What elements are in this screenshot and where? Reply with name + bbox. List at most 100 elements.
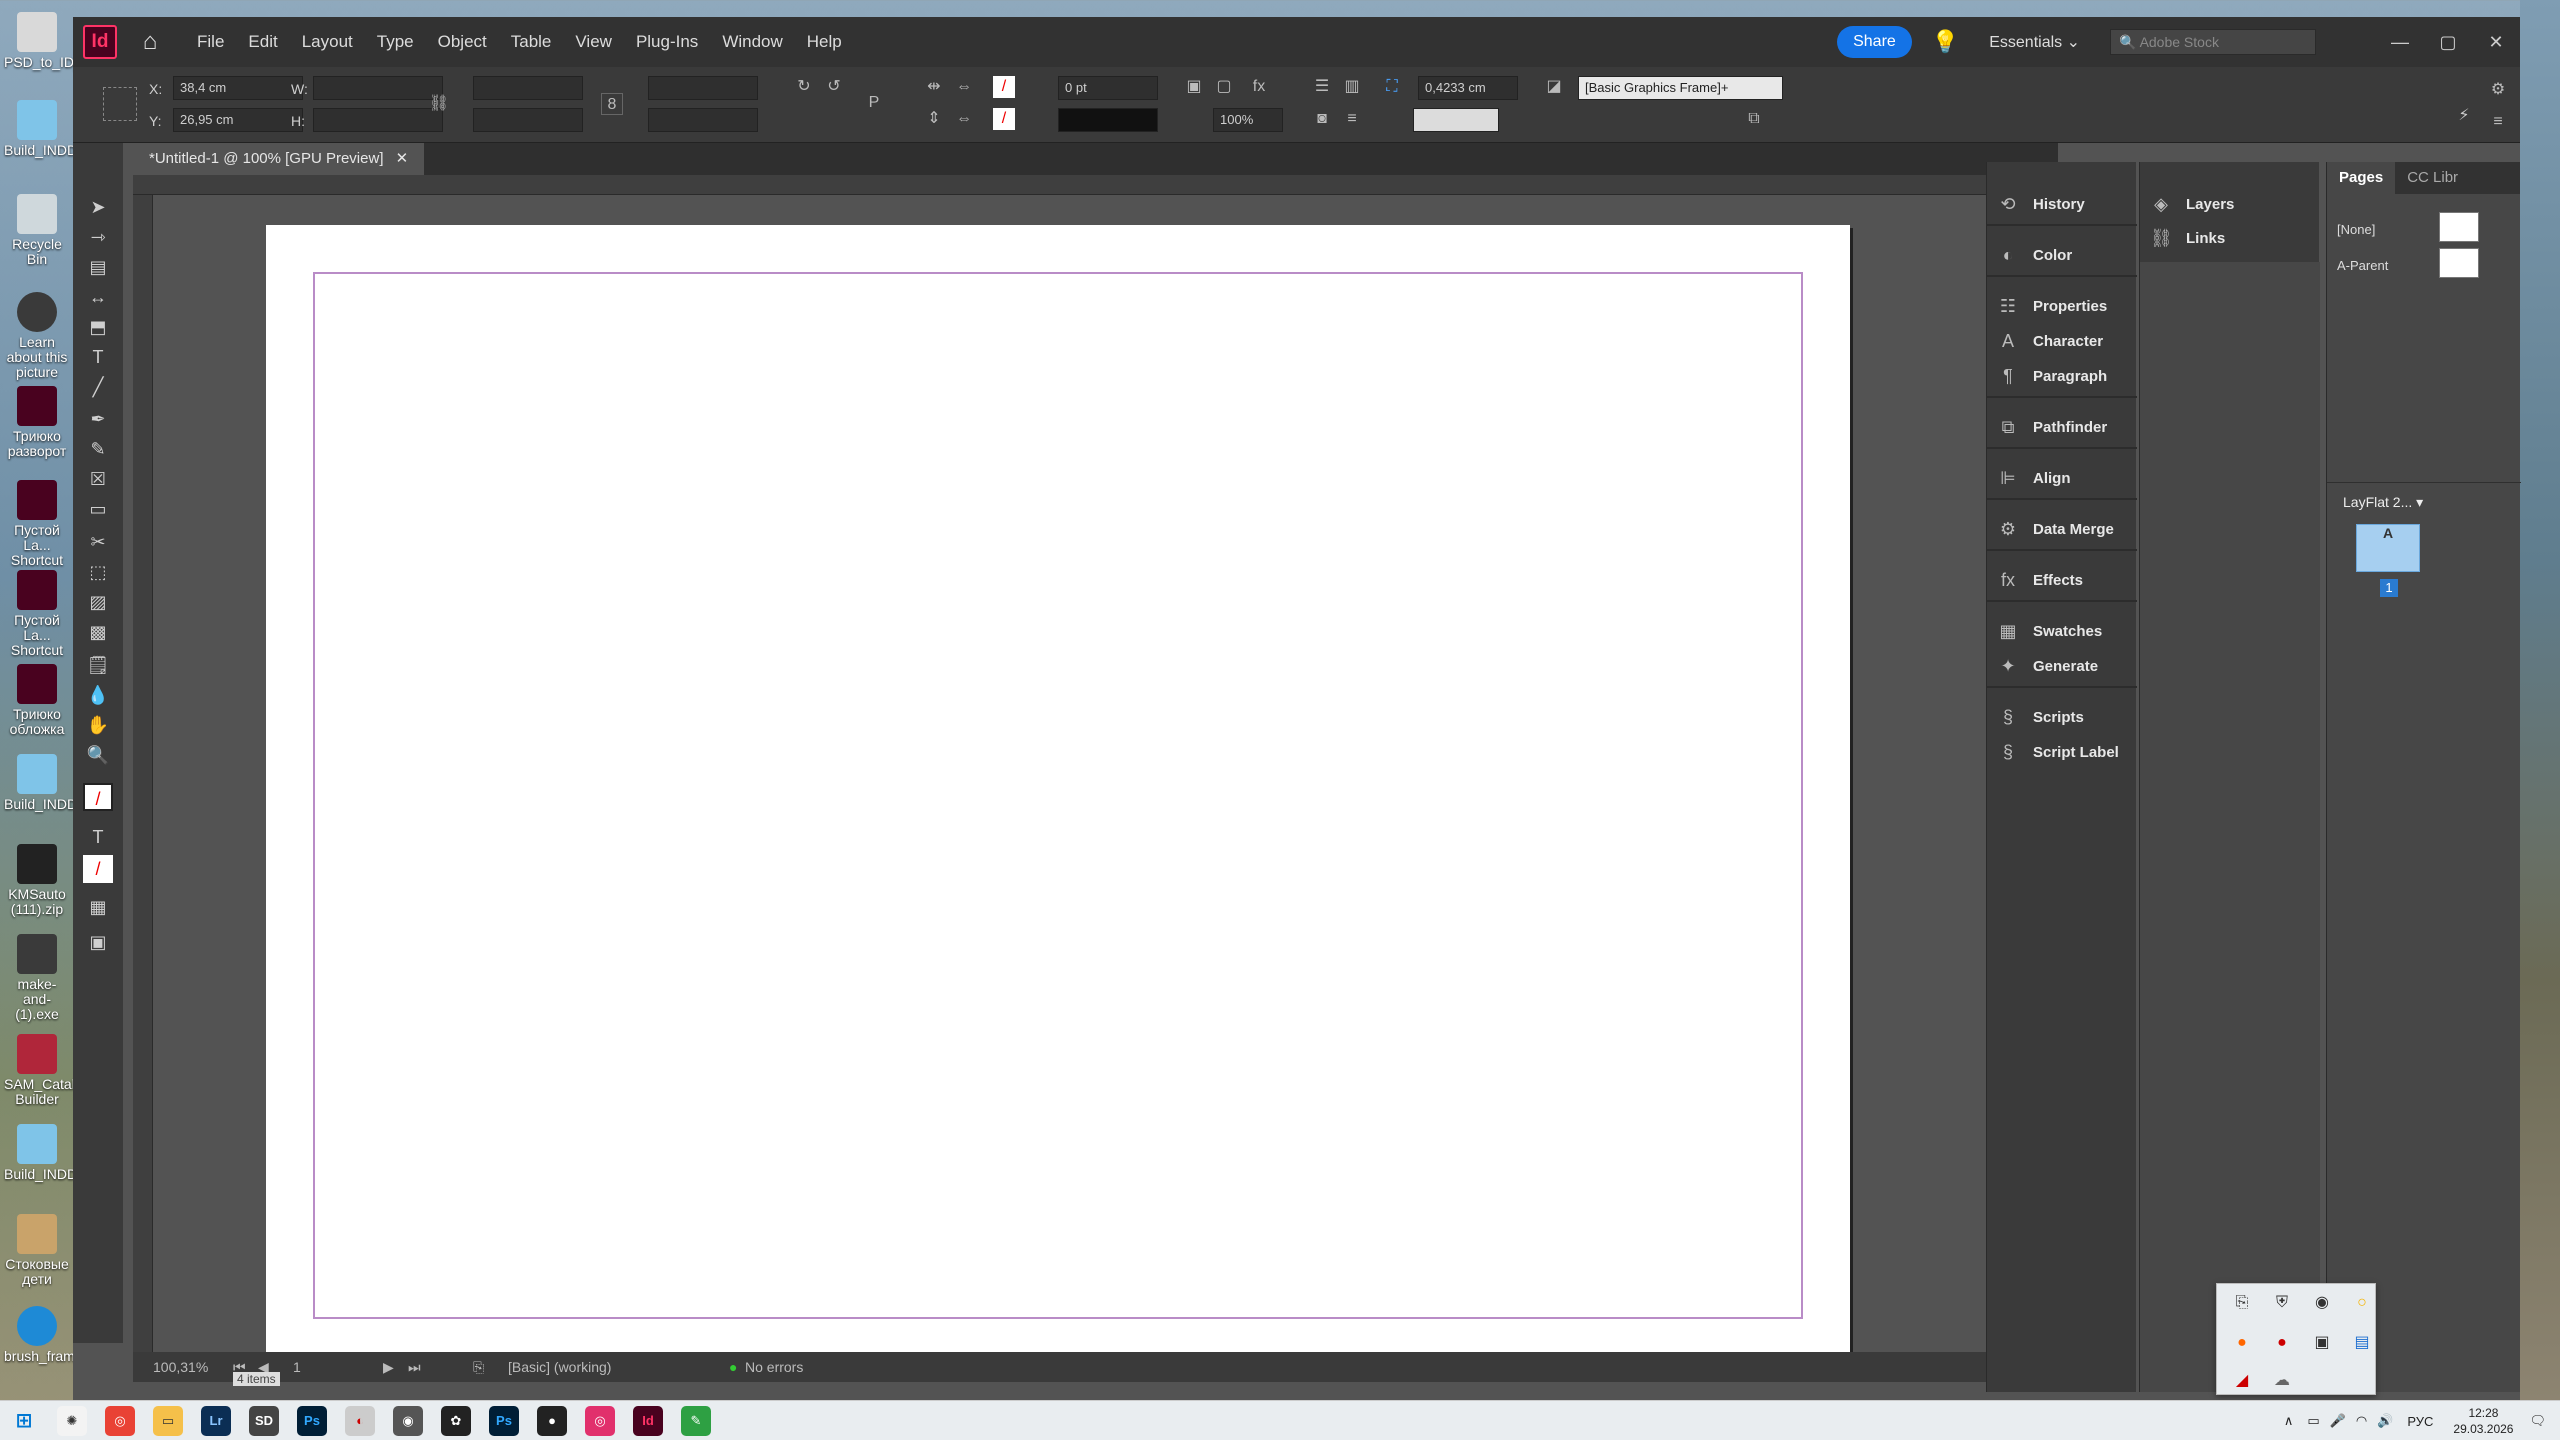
content-collector-icon[interactable]: ⬒ [83, 313, 113, 341]
menu-edit[interactable]: Edit [236, 32, 289, 52]
direct-selection-tool-icon[interactable]: ⇾ [83, 223, 113, 251]
minimize-icon[interactable]: — [2376, 32, 2424, 53]
eyedropper-tool-icon[interactable]: 💧 [83, 681, 113, 709]
gear-icon[interactable]: ⚙ [2487, 79, 2509, 101]
lightroom-icon[interactable]: Lr [201, 1405, 231, 1436]
hand-tool-icon[interactable]: ✋ [83, 711, 113, 739]
gap-tool-icon[interactable]: ↔ [83, 283, 113, 311]
fit-content-icon[interactable]: ▢ [1213, 76, 1235, 98]
rectangle-frame-tool-icon[interactable]: ☒ [83, 465, 113, 493]
formatting-affects-icon[interactable]: T [83, 823, 113, 851]
text-wrap-bbox-icon[interactable]: ▥ [1341, 76, 1363, 98]
y-field[interactable]: 26,95 cm [173, 108, 303, 132]
fx-icon[interactable]: fx [1248, 76, 1270, 98]
eye-icon[interactable]: ◉ [2311, 1292, 2333, 1314]
desktop-icon[interactable]: Пустой La... Shortcut [4, 476, 70, 568]
object-style-icon[interactable]: ◪ [1543, 76, 1565, 98]
apply-none-icon[interactable]: / [83, 855, 113, 883]
share-button[interactable]: Share [1837, 26, 1912, 58]
master-none[interactable]: [None] [2337, 222, 2375, 237]
panel-character[interactable]: A Character [1987, 325, 2137, 357]
object-style-dropdown[interactable]: [Basic Graphics Frame]+ [1578, 76, 1783, 100]
rotation-field[interactable] [648, 76, 758, 100]
sd-icon[interactable]: SD [249, 1405, 279, 1436]
link-icon[interactable]: 8 [601, 93, 623, 115]
document-tab[interactable]: *Untitled-1 @ 100% [GPU Preview] ✕ [133, 143, 425, 175]
pencil-tool-icon[interactable]: ✎ [83, 435, 113, 463]
desktop-icon[interactable]: Build_INDD [4, 750, 77, 838]
panel-history[interactable]: ⟲ History [1987, 188, 2137, 220]
panel-layers[interactable]: ◈ Layers [2140, 188, 2290, 220]
wrap-jump-icon[interactable]: ≡ [1341, 108, 1363, 130]
type-tool-icon[interactable]: T [83, 343, 113, 371]
nvidia-icon[interactable]: ▣ [2311, 1332, 2333, 1354]
volume-icon[interactable]: 🔊 [2377, 1413, 2393, 1429]
flip-horizontal-icon[interactable]: ⇹ [923, 76, 945, 98]
pen-tool-icon[interactable]: ✒ [83, 405, 113, 433]
open-page-icon[interactable]: ⎘ [473, 1359, 484, 1376]
screen-mode-icon[interactable]: ▣ [83, 928, 113, 956]
pasteboard[interactable] [153, 195, 2058, 1375]
panel-swatches[interactable]: ▦ Swatches [1987, 615, 2137, 647]
instagram-icon[interactable]: ◎ [585, 1405, 615, 1436]
master-a-parent[interactable]: A-Parent [2337, 258, 2388, 273]
notifications-icon[interactable]: 🗨 [2529, 1413, 2546, 1429]
maps-icon[interactable]: ● [537, 1405, 567, 1436]
menu-file[interactable]: File [185, 32, 236, 52]
menu-table[interactable]: Table [499, 32, 564, 52]
stroke-swatch-icon[interactable]: / [993, 108, 1015, 130]
indesign-icon[interactable]: Id [633, 1405, 663, 1436]
shield-icon[interactable]: ⛨ [2271, 1292, 2293, 1314]
menu-object[interactable]: Object [426, 32, 499, 52]
lightning-icon[interactable]: ⚡ [2453, 105, 2475, 127]
zoom-level-field[interactable]: 100,31% [153, 1359, 208, 1375]
start-icon[interactable]: ⊞ [9, 1406, 39, 1436]
menu-view[interactable]: View [563, 32, 624, 52]
usb-icon[interactable]: ⎘ [2231, 1292, 2253, 1314]
gap-field[interactable]: 0,4233 cm [1418, 76, 1518, 100]
text-wrap-icon[interactable]: ☰ [1311, 76, 1333, 98]
panel-color[interactable]: ◐ Color [1987, 239, 2137, 271]
gradient-tool-icon[interactable]: ▨ [83, 588, 113, 616]
stroke-weight-field[interactable]: 0 pt [1058, 76, 1158, 100]
zoom-tool-icon[interactable]: 🔍 [83, 741, 113, 769]
home-icon[interactable]: ⌂ [135, 27, 165, 57]
cloud-icon[interactable]: ☁ [2271, 1370, 2293, 1392]
menu-plug-ins[interactable]: Plug-Ins [624, 32, 710, 52]
fill-stroke-icon[interactable]: / [83, 783, 113, 811]
chevron-up-icon[interactable]: ∧ [2284, 1413, 2294, 1429]
vpn-icon[interactable]: ◉ [393, 1405, 423, 1436]
rotate-ccw-icon[interactable]: ↺ [823, 76, 845, 98]
panel-properties[interactable]: ☷ Properties [1987, 290, 2137, 322]
panel-data-merge[interactable]: ⚙ Data Merge [1987, 513, 2137, 545]
scale-x-field[interactable] [473, 76, 583, 100]
auto-fit-icon[interactable]: ⛶ [1381, 76, 1403, 98]
h-field[interactable] [313, 108, 443, 132]
desktop-icon[interactable]: Build_INDD [4, 96, 77, 184]
panel-links[interactable]: ⛓ Links [2140, 222, 2290, 254]
rectangle-tool-icon[interactable]: ▭ [83, 495, 113, 523]
selection-tool-icon[interactable]: ➤ [83, 193, 113, 221]
opacity-field[interactable]: 100% [1213, 108, 1283, 132]
desktop-icon[interactable]: make-and- (1).exe [4, 930, 70, 1022]
explorer-icon[interactable]: ▭ [153, 1405, 183, 1436]
page-number-field[interactable]: 1 [293, 1359, 301, 1375]
flip-vertical-icon[interactable]: ⇕ [923, 108, 945, 130]
ball-icon[interactable]: ● [2231, 1332, 2253, 1354]
panel-effects[interactable]: fx Effects [1987, 564, 2137, 596]
clock[interactable]: 12:28 29.03.2026 [2453, 1405, 2513, 1437]
maximize-icon[interactable]: ▢ [2424, 32, 2472, 53]
menu-window[interactable]: Window [710, 32, 794, 52]
desktop-icon[interactable]: Learn about this picture [4, 288, 70, 380]
sun-icon[interactable]: ○ [2351, 1292, 2373, 1314]
desktop-icon[interactable]: Build_INDD [4, 1120, 77, 1208]
window-icon[interactable]: ▤ [2351, 1332, 2373, 1354]
stroke-type-dropdown[interactable] [1058, 108, 1158, 132]
panel-align[interactable]: ⊫ Align [1987, 462, 2137, 494]
desktop-icon[interactable]: Пустой La... Shortcut [4, 566, 70, 658]
desktop-icon[interactable]: brush_fram. [4, 1302, 79, 1390]
master-thumbnail[interactable] [2439, 212, 2479, 242]
preflight-errors[interactable]: No errors [745, 1359, 803, 1375]
page-thumbnail[interactable]: A [2356, 524, 2420, 572]
workspace-switcher[interactable]: Essentials ⌄ [1989, 32, 2080, 52]
